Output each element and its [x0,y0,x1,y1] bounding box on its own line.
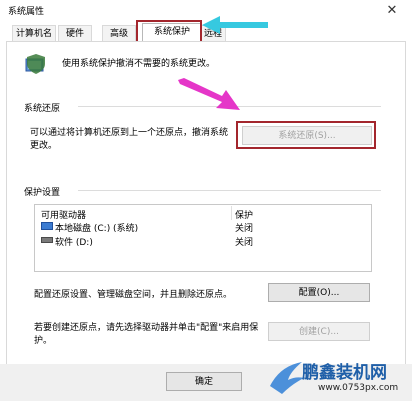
create-description: 若要创建还原点，请先选择驱动器并单击"配置"来启用保护。 [34,323,259,346]
local-disk-icon [41,222,53,230]
drive-name: 本地磁盘 (C:) (系统) [55,224,139,234]
tab-hardware[interactable]: 硬件 [58,25,92,42]
tab-computer-name[interactable]: 计算机名 [12,25,56,42]
drive-status: 关闭 [235,238,254,248]
drive-icon [41,237,53,243]
window-title: 系统属性 [8,7,45,17]
table-row[interactable]: 软件 (D:) 关闭 [35,234,369,248]
watermark-url: www.0753px.com [318,383,399,393]
restore-section-title: 系统还原 [24,104,61,114]
watermark: 鹏鑫装机网 www.0753px.com [268,352,412,401]
restore-button-highlight-box [236,121,376,149]
close-button[interactable]: ✕ [380,1,404,21]
ok-button[interactable]: 确定 [166,372,242,391]
create-button[interactable]: 创建(C)... [268,322,370,341]
cyan-arrow-icon [202,16,268,34]
configure-button[interactable]: 配置(O)... [268,283,370,302]
restore-description: 可以通过将计算机还原到上一个还原点，撤消系统更改。 [30,128,229,151]
drive-list[interactable]: 可用驱动器 保护 本地磁盘 (C:) (系统) 关闭 软件 (D:) 关闭 [34,204,372,272]
drive-name: 软件 (D:) [55,238,93,248]
intro-text: 使用系统保护撤消不需要的系统更改。 [62,59,216,69]
system-protection-icon [25,54,45,74]
column-separator [231,206,232,220]
watermark-logo-icon [270,362,304,394]
tab-advanced[interactable]: 高级 [102,25,136,42]
protection-section-title: 保护设置 [24,188,61,198]
drive-status: 关闭 [235,224,254,234]
protection-divider [78,190,381,191]
magenta-arrow-icon [178,78,240,110]
table-row[interactable]: 本地磁盘 (C:) (系统) 关闭 [35,220,369,234]
configure-description: 配置还原设置、管理磁盘空间，并且删除还原点。 [34,290,233,300]
watermark-brand: 鹏鑫装机网 [302,363,387,383]
